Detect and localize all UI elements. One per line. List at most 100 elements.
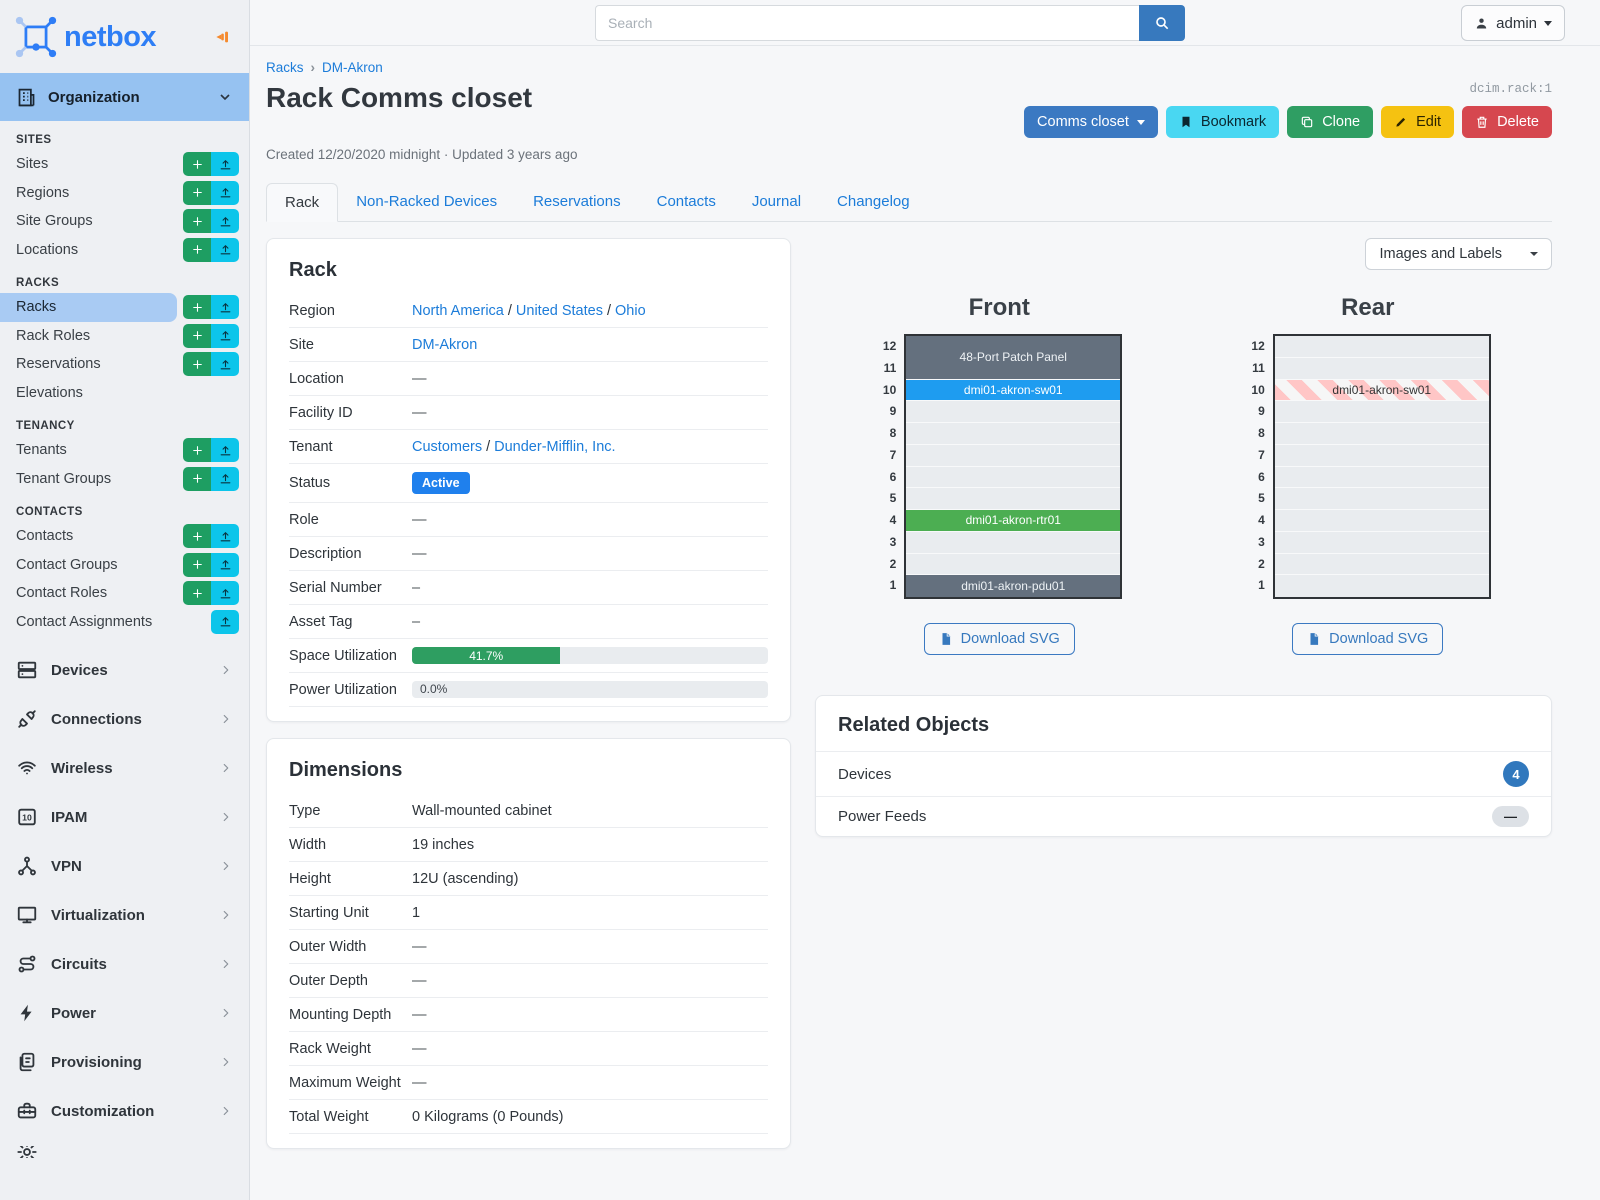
add-button[interactable] xyxy=(183,323,211,348)
rack-device-48-port-patch-panel[interactable]: 48-Port Patch Panel xyxy=(906,336,1121,380)
sidebar-item-tenant-groups[interactable]: Tenant Groups xyxy=(0,465,249,494)
sidebar-menu-virtualization[interactable]: Virtualization xyxy=(0,900,249,930)
sidebar-item-racks[interactable]: Racks xyxy=(0,293,249,322)
pin-sidebar-icon[interactable] xyxy=(213,27,233,47)
sidebar-menu-vpn[interactable]: VPN xyxy=(0,851,249,881)
search-input[interactable] xyxy=(595,5,1139,41)
tab-contacts[interactable]: Contacts xyxy=(639,183,734,222)
import-button[interactable] xyxy=(211,352,239,377)
download-svg-button-rear[interactable]: Download SVG xyxy=(1292,623,1444,655)
sidebar-item-label[interactable]: Elevations xyxy=(0,379,233,408)
sidebar-item-label[interactable]: Racks xyxy=(0,293,177,322)
sidebar-menu-ipam[interactable]: 10 IPAM xyxy=(0,802,249,832)
rack-device-dmi01-akron-sw01[interactable]: dmi01-akron-sw01 xyxy=(906,379,1121,402)
sidebar-item-tenants[interactable]: Tenants xyxy=(0,436,249,465)
delete-button[interactable]: Delete xyxy=(1462,106,1552,138)
sidebar-item-rack-roles[interactable]: Rack Roles xyxy=(0,322,249,351)
import-button[interactable] xyxy=(211,237,239,262)
import-button[interactable] xyxy=(211,180,239,205)
sidebar-item-reservations[interactable]: Reservations xyxy=(0,350,249,379)
sidebar-item-label[interactable]: Contact Groups xyxy=(0,551,177,580)
sidebar-menu-devices[interactable]: Devices xyxy=(0,655,249,685)
add-button[interactable] xyxy=(183,152,211,177)
import-button[interactable] xyxy=(211,581,239,606)
tab-journal[interactable]: Journal xyxy=(734,183,819,222)
add-button[interactable] xyxy=(183,209,211,234)
logo[interactable]: netbox xyxy=(0,0,249,71)
import-button[interactable] xyxy=(211,323,239,348)
import-button[interactable] xyxy=(211,295,239,320)
add-button[interactable] xyxy=(183,295,211,320)
tab-rack[interactable]: Rack xyxy=(266,183,339,222)
import-button[interactable] xyxy=(211,524,239,549)
link-dm-akron[interactable]: DM-Akron xyxy=(412,337,477,353)
breadcrumb-link-dm-akron[interactable]: DM-Akron xyxy=(322,60,383,75)
add-button[interactable] xyxy=(183,552,211,577)
sidebar-item-locations[interactable]: Locations xyxy=(0,236,249,265)
add-button[interactable] xyxy=(183,524,211,549)
sidebar-menu-customization[interactable]: Customization xyxy=(0,1096,249,1126)
import-button[interactable] xyxy=(211,209,239,234)
import-button[interactable] xyxy=(211,609,239,634)
sidebar-item-label[interactable]: Site Groups xyxy=(0,207,177,236)
link-north-america[interactable]: North America xyxy=(412,303,504,319)
sidebar-item-label[interactable]: Regions xyxy=(0,179,177,208)
add-button[interactable] xyxy=(183,438,211,463)
import-button[interactable] xyxy=(211,152,239,177)
sidebar-menu-provisioning[interactable]: Provisioning xyxy=(0,1047,249,1077)
add-button[interactable] xyxy=(183,237,211,262)
link-united-states[interactable]: United States xyxy=(516,303,603,319)
sidebar-menu-gear[interactable] xyxy=(0,1146,249,1158)
sidebar-item-sites[interactable]: Sites xyxy=(0,150,249,179)
sidebar-item-label[interactable]: Sites xyxy=(0,150,177,179)
sidebar-item-contacts[interactable]: Contacts xyxy=(0,522,249,551)
bookmark-button[interactable]: Bookmark xyxy=(1165,106,1280,138)
link-dunder-mifflin-inc[interactable]: Dunder-Mifflin, Inc. xyxy=(494,439,615,455)
elevation-view-select[interactable]: Images and Labels xyxy=(1365,238,1552,270)
sidebar-item-contact-assignments[interactable]: Contact Assignments xyxy=(0,608,249,637)
sidebar-item-contact-groups[interactable]: Contact Groups xyxy=(0,551,249,580)
tab-reservations[interactable]: Reservations xyxy=(515,183,639,222)
panel-title: Dimensions xyxy=(289,759,403,781)
add-button[interactable] xyxy=(183,180,211,205)
related-row-devices[interactable]: Devices 4 xyxy=(816,751,1551,796)
sidebar-menu-wireless[interactable]: Wireless xyxy=(0,753,249,783)
edit-button[interactable]: Edit xyxy=(1381,106,1455,138)
rack-device-dmi01-akron-pdu01[interactable]: dmi01-akron-pdu01 xyxy=(906,575,1121,597)
tab-changelog[interactable]: Changelog xyxy=(819,183,928,222)
add-button[interactable] xyxy=(183,466,211,491)
import-button[interactable] xyxy=(211,466,239,491)
sidebar-menu-power[interactable]: Power xyxy=(0,998,249,1028)
rack-device-dmi01-akron-sw01[interactable]: dmi01-akron-sw01 xyxy=(1274,379,1489,402)
sidebar-menu-organization[interactable]: Organization xyxy=(0,73,249,121)
sidebar-item-elevations[interactable]: Elevations xyxy=(0,379,249,408)
breadcrumb-link-racks[interactable]: Racks xyxy=(266,60,304,75)
import-button[interactable] xyxy=(211,552,239,577)
clone-button[interactable]: Clone xyxy=(1287,106,1374,138)
link-customers[interactable]: Customers xyxy=(412,439,482,455)
sidebar-item-label[interactable]: Reservations xyxy=(0,350,177,379)
search-button[interactable] xyxy=(1139,5,1185,41)
sidebar-item-site-groups[interactable]: Site Groups xyxy=(0,207,249,236)
sidebar-item-regions[interactable]: Regions xyxy=(0,179,249,208)
user-menu-button[interactable]: admin xyxy=(1461,5,1565,41)
sidebar-item-label[interactable]: Locations xyxy=(0,236,177,265)
sidebar-menu-connections[interactable]: Connections xyxy=(0,704,249,734)
link-ohio[interactable]: Ohio xyxy=(615,303,646,319)
add-button[interactable] xyxy=(183,352,211,377)
sidebar-item-label[interactable]: Tenant Groups xyxy=(0,465,177,494)
context-dropdown-button[interactable]: Comms closet xyxy=(1024,106,1158,138)
sidebar-item-label[interactable]: Contacts xyxy=(0,522,177,551)
import-button[interactable] xyxy=(211,438,239,463)
download-svg-button-front[interactable]: Download SVG xyxy=(923,623,1075,655)
add-button[interactable] xyxy=(183,581,211,606)
rack-device-dmi01-akron-rtr01[interactable]: dmi01-akron-rtr01 xyxy=(906,510,1121,532)
sidebar-item-label[interactable]: Contact Assignments xyxy=(0,608,205,637)
sidebar-menu-circuits[interactable]: Circuits xyxy=(0,949,249,979)
sidebar-item-label[interactable]: Contact Roles xyxy=(0,579,177,608)
sidebar-item-label[interactable]: Rack Roles xyxy=(0,322,177,351)
sidebar-item-label[interactable]: Tenants xyxy=(0,436,177,465)
sidebar-item-contact-roles[interactable]: Contact Roles xyxy=(0,579,249,608)
related-row-power-feeds[interactable]: Power Feeds — xyxy=(816,796,1551,836)
tab-non-racked-devices[interactable]: Non-Racked Devices xyxy=(338,183,515,222)
